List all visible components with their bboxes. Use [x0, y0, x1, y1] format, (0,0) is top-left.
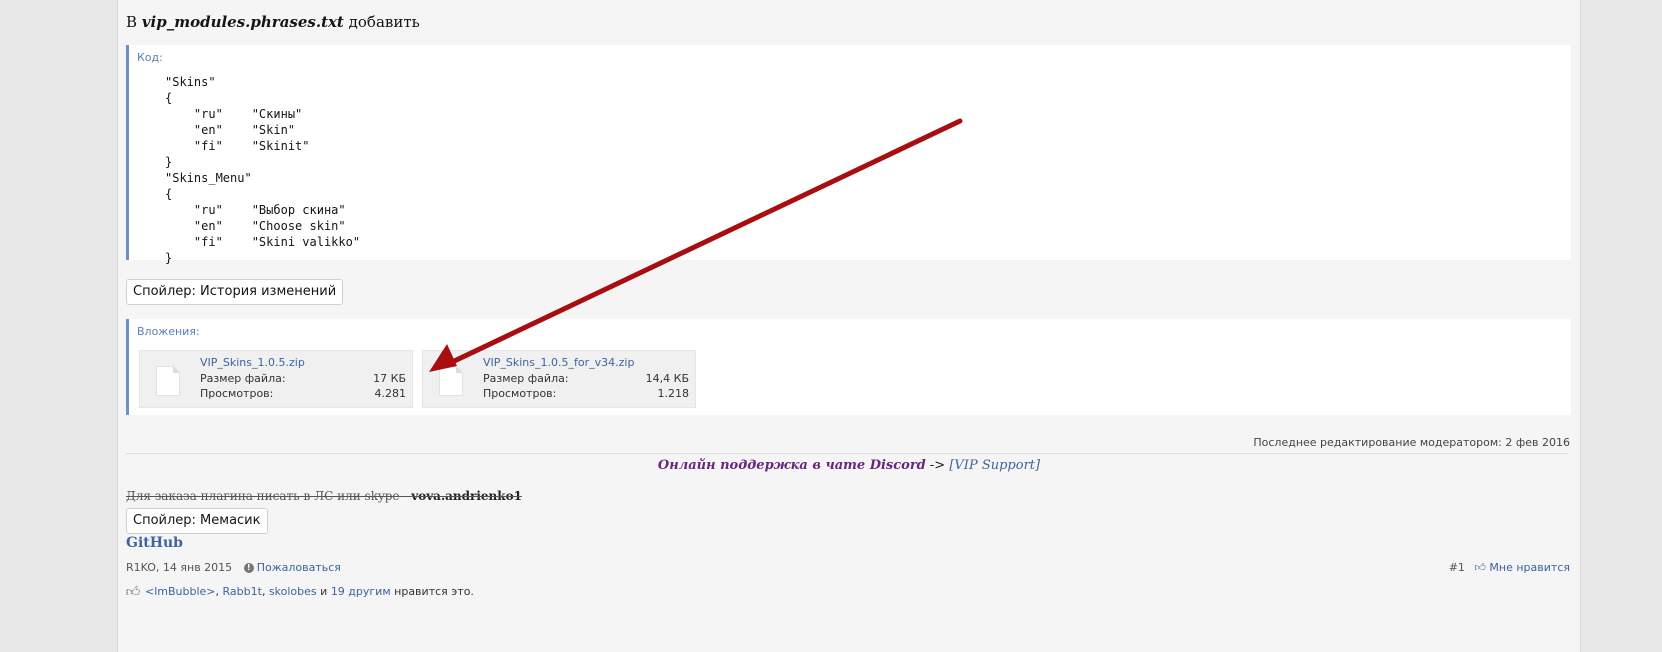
- annotation-arrow-head: [429, 344, 457, 372]
- annotation-arrow-shaft: [445, 118, 963, 367]
- annotation-arrow: [429, 118, 963, 372]
